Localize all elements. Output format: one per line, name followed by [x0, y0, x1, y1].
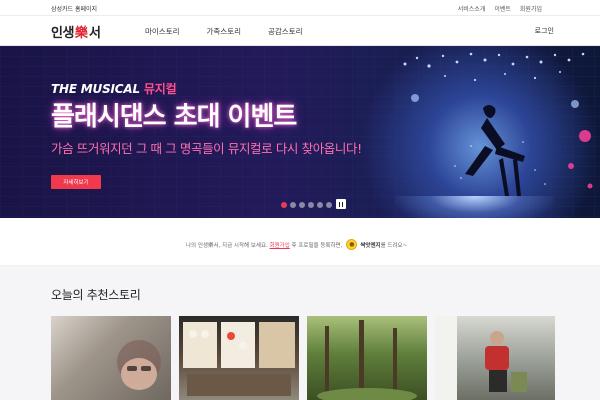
story-card-4[interactable] [435, 316, 555, 400]
utility-links: 서비스소개 이벤트 회원가입 [458, 4, 542, 13]
samsung-card-home-link[interactable]: 삼성카드 홈페이지 [51, 4, 97, 13]
main-header: 인생 樂 서 마이스토리 가족스토리 공감스토리 로그인 [0, 16, 600, 46]
logo-text-3: 서 [88, 25, 101, 41]
signup-link[interactable]: 회원가입 [520, 4, 542, 13]
seed-coin-icon: ● [346, 239, 358, 250]
utility-bar: 삼성카드 홈페이지 서비스소개 이벤트 회원가입 [0, 0, 600, 16]
person-photo [435, 316, 527, 400]
lunchbox-photo [183, 322, 295, 396]
hero-details-button[interactable]: 자세히보기 [51, 175, 101, 189]
hero-subtitle: 가슴 뜨거워지던 그 때 그 명곡들이 뮤지컬로 다시 찾아옵니다! [51, 141, 362, 156]
story-card-1[interactable] [51, 316, 171, 400]
carousel-dot[interactable] [281, 202, 287, 208]
site-logo[interactable]: 인생 樂 서 [51, 22, 101, 41]
story-card-list [51, 316, 555, 400]
recommended-stories-section: 오늘의 추천스토리 [0, 266, 600, 400]
signup-notice: 나의 인생樂서, 지금 시작해 보세요. 회원가입 후 프로필을 등록하면, ●… [0, 218, 600, 266]
login-link[interactable]: 로그인 [535, 26, 554, 36]
carousel-indicators [281, 202, 332, 208]
nav-item-my-story[interactable]: 마이스토리 [145, 26, 180, 37]
pause-icon [338, 201, 341, 207]
story-card-2[interactable] [179, 316, 299, 400]
notice-text: 나의 인생樂서, 지금 시작해 보세요. 회원가입 후 프로필을 등록하면, ●… [186, 239, 407, 250]
service-intro-link[interactable]: 서비스소개 [458, 4, 486, 13]
notice-mid: 후 프로필을 등록하면, [291, 242, 343, 249]
stage-lights-illustration [403, 52, 593, 196]
logo-text-2: 樂 [74, 25, 88, 41]
logo-text-1: 인생 [51, 25, 74, 41]
section-title: 오늘의 추천스토리 [51, 288, 141, 302]
notice-post: 를 드려요~ [380, 242, 408, 249]
carousel-pause-button[interactable] [336, 199, 346, 209]
hero-tag-en: THE MUSICAL [51, 82, 140, 96]
notice-pre: 나의 인생樂서, 지금 시작해 보세요. [186, 242, 268, 249]
carousel-dot[interactable] [308, 202, 314, 208]
pause-icon-bar [341, 201, 344, 207]
main-nav: 마이스토리 가족스토리 공감스토리 [145, 26, 303, 37]
nav-item-family-story[interactable]: 가족스토리 [207, 26, 242, 37]
story-card-3[interactable] [307, 316, 427, 400]
hero-musical-tag: THE MUSICAL 뮤지컬 [51, 80, 177, 97]
nav-item-empathy-story[interactable]: 공감스토리 [268, 26, 303, 37]
notice-reward: 싹앗엔지 [360, 242, 381, 249]
notice-signup-link[interactable]: 회원가입 [270, 241, 290, 249]
portrait-photo [117, 340, 161, 390]
carousel-dot[interactable] [326, 202, 332, 208]
hero-tag-ko: 뮤지컬 [143, 82, 177, 96]
forest-photo [317, 320, 417, 400]
carousel-dot[interactable] [299, 202, 305, 208]
hero-title: 플래시댄스 초대 이벤트 [51, 102, 297, 132]
event-link[interactable]: 이벤트 [494, 4, 511, 13]
carousel-dot[interactable] [317, 202, 323, 208]
carousel-dot[interactable] [290, 202, 296, 208]
stage-floor-glow [395, 196, 555, 218]
